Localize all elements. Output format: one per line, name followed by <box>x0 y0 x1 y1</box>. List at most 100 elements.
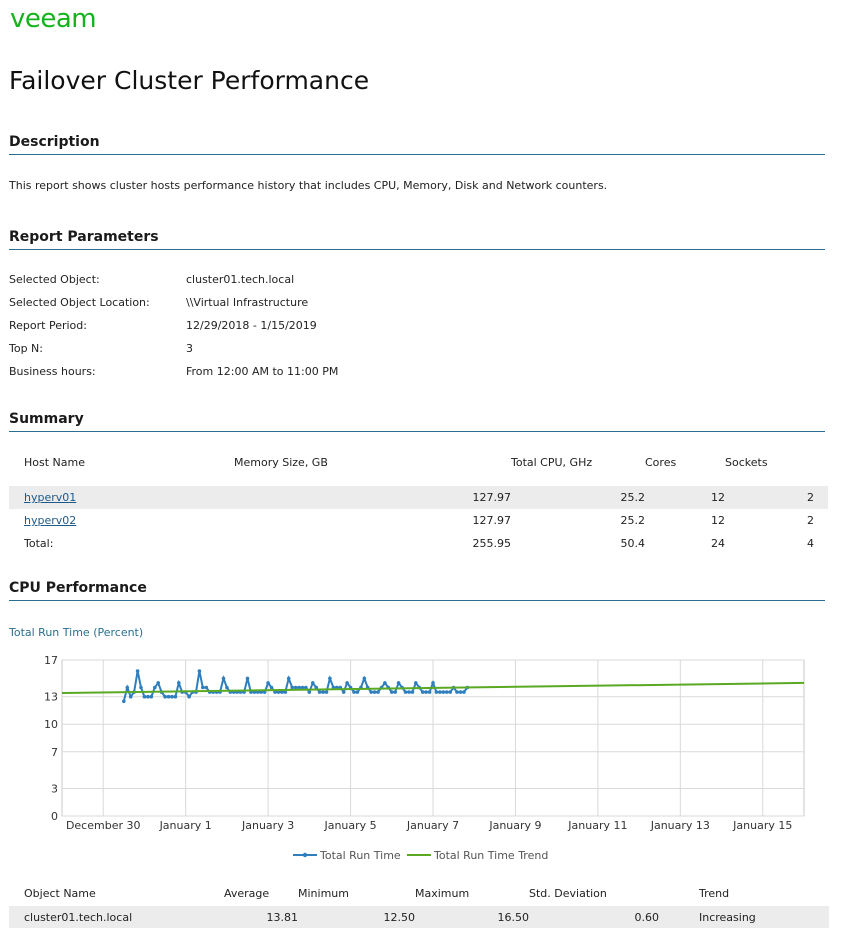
cpu-chart: 0 3 7 10 13 17 December 30 January 1 January 3 Ja… <box>44 654 805 862</box>
data-point <box>128 694 133 699</box>
data-point <box>444 690 449 694</box>
section-summary-heading: Summary <box>9 411 825 432</box>
page-title: Failover Cluster Performance <box>9 66 370 95</box>
x-tick-label: January 3 <box>241 819 294 832</box>
data-point <box>321 690 325 694</box>
data-point <box>438 690 442 694</box>
data-point <box>197 669 202 673</box>
data-point <box>369 690 374 694</box>
column-header-maximum: Maximum <box>415 886 470 900</box>
data-point <box>458 690 463 694</box>
x-tick-label: January 1 <box>159 819 212 832</box>
y-tick-label: 10 <box>44 718 58 731</box>
data-point <box>225 685 229 690</box>
table-cell: 127.97 <box>472 514 512 527</box>
data-point <box>424 690 428 694</box>
section-description-heading: Description <box>9 134 825 155</box>
x-tick-label: January 7 <box>406 819 459 832</box>
data-point <box>266 681 270 685</box>
x-tick-label: January 15 <box>732 819 792 832</box>
data-point <box>324 690 329 694</box>
param-value: 3 <box>186 342 193 355</box>
data-point <box>396 681 401 685</box>
y-tick-label: 13 <box>44 691 58 704</box>
data-point <box>173 694 178 699</box>
x-tick-label: January 13 <box>650 819 710 832</box>
y-tick-label: 0 <box>51 810 58 823</box>
legend-label: Total Run Time <box>319 849 401 862</box>
param-value: 12/29/2018 - 1/15/2019 <box>186 319 317 332</box>
table-cell: 12.50 <box>298 906 415 928</box>
legend-marker <box>302 852 308 858</box>
table-cell: 255.95 <box>472 537 512 550</box>
table-row: hyperv01 127.97 25.2 12 2 <box>9 486 828 509</box>
data-point <box>122 699 126 704</box>
table-cell: 25.2 <box>511 486 645 509</box>
y-tick-label: 17 <box>44 654 58 667</box>
data-point <box>204 685 209 690</box>
x-tick-label: January 11 <box>567 819 627 832</box>
data-point <box>286 676 291 681</box>
host-link[interactable]: hyperv02 <box>24 514 76 527</box>
column-header-average: Average <box>224 886 270 900</box>
data-point <box>149 694 154 699</box>
table-cell: Increasing <box>659 906 829 928</box>
table-header-row: Host Name Memory Size, GB Total CPU, GHz… <box>9 451 828 486</box>
table-cell: 16.50 <box>415 906 529 928</box>
legend-label: Total Run Time Trend <box>433 849 548 862</box>
data-point <box>372 690 377 694</box>
table-cell: 25.2 <box>620 514 646 527</box>
param-label: Selected Object Location: <box>9 296 150 309</box>
table-row: cluster01.tech.local 13.81 12.50 16.50 0… <box>9 906 829 928</box>
data-point <box>434 690 439 694</box>
table-cell: 2 <box>725 486 828 509</box>
param-label: Business hours: <box>9 365 96 378</box>
section-cpu-heading: CPU Performance <box>9 580 825 601</box>
data-point <box>427 690 432 694</box>
data-point <box>146 694 150 699</box>
column-header-sockets: Sockets <box>725 456 768 469</box>
data-point <box>448 690 453 694</box>
host-link[interactable]: hyperv01 <box>24 491 76 504</box>
data-point <box>455 690 459 694</box>
table-cell: 4 <box>807 537 814 550</box>
data-point <box>221 676 226 681</box>
data-point <box>345 681 349 685</box>
param-label: Report Period: <box>9 319 87 332</box>
data-point <box>341 690 346 694</box>
table-row: hyperv02 127.97 25.2 12 2 <box>9 509 828 532</box>
data-point <box>125 685 130 690</box>
table-cell: 0.60 <box>529 906 659 928</box>
data-point <box>142 694 147 699</box>
data-point <box>177 681 181 685</box>
column-header-cpu: Total CPU, GHz <box>511 456 593 469</box>
data-point <box>139 685 143 690</box>
data-point <box>153 685 157 690</box>
veeam-logo: veeam <box>10 4 97 34</box>
data-point <box>328 676 332 681</box>
data-point <box>393 690 398 694</box>
data-point <box>383 681 387 685</box>
table-cell: 12 <box>645 486 725 509</box>
data-point <box>390 690 394 694</box>
data-point <box>311 681 315 685</box>
param-value: From 12:00 AM to 11:00 PM <box>186 365 339 378</box>
data-point <box>201 685 205 690</box>
table-cell: cluster01.tech.local <box>9 906 224 928</box>
x-tick-label: January 9 <box>488 819 541 832</box>
column-header-std-deviation: Std. Deviation <box>529 886 607 900</box>
data-point <box>135 669 140 673</box>
data-point <box>245 676 250 681</box>
column-header-memory: Memory Size, GB <box>234 456 328 469</box>
table-cell: 12 <box>711 514 725 527</box>
param-label: Top N: <box>9 342 43 355</box>
y-tick-label: 7 <box>51 746 58 759</box>
data-point <box>410 690 415 694</box>
data-point <box>362 676 367 681</box>
column-header-object-name: Object Name <box>24 886 96 900</box>
column-header-cores: Cores <box>645 456 677 469</box>
data-point <box>290 685 295 690</box>
data-point <box>187 694 191 699</box>
data-point <box>317 690 322 694</box>
summary-table: Host Name Memory Size, GB Total CPU, GHz… <box>9 451 828 555</box>
